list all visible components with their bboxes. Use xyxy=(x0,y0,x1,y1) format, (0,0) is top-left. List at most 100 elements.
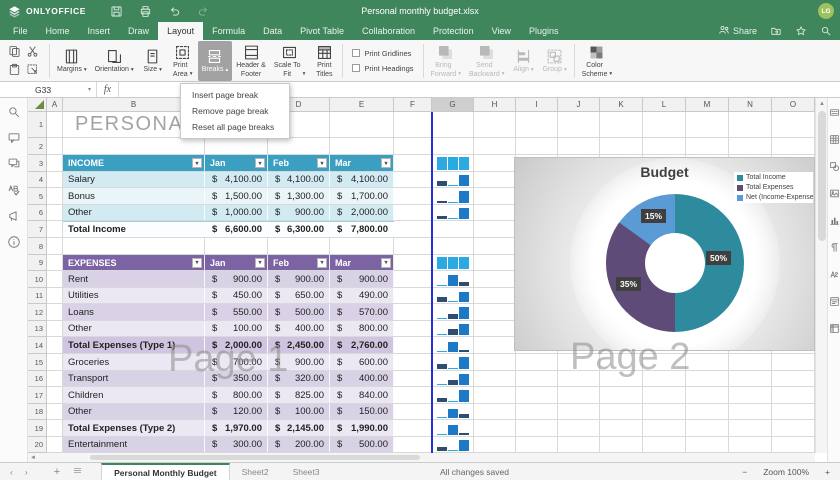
expenses-jan-cell[interactable]: $900.00 xyxy=(205,271,268,287)
worksheet-grid[interactable]: ABCDEFGHIJKLMNO1234567891011121314151617… xyxy=(28,98,815,453)
expenses-label-cell[interactable]: Total Expenses (Type 2) xyxy=(63,420,205,436)
menu-item-insert-page-break[interactable]: Insert page break xyxy=(181,87,289,103)
paste-button[interactable] xyxy=(7,63,21,77)
row-header-13[interactable]: 13 xyxy=(28,321,47,337)
expenses-mar-cell[interactable]: $1,990.00 xyxy=(330,420,394,436)
expenses-jan-cell[interactable]: $550.00 xyxy=(205,304,268,320)
expenses-label-cell[interactable]: Utilities xyxy=(63,288,205,303)
expenses-feb-cell[interactable]: $900.00 xyxy=(268,354,330,370)
redo-button[interactable] xyxy=(195,3,211,19)
expenses-row-rent[interactable]: Rent$900.00$900.00$900.00 xyxy=(63,271,394,287)
income-jan-cell[interactable]: $4,100.00 xyxy=(205,172,268,187)
expenses-feb-cell[interactable]: $650.00 xyxy=(268,288,330,303)
checkbox-print-gridlines[interactable]: Print Gridlines xyxy=(352,49,413,58)
expenses-header-cell[interactable]: EXPENSES▾ xyxy=(63,255,205,270)
next-sheet-arrow[interactable]: › xyxy=(25,467,28,477)
expenses-row-total-expenses-type-1[interactable]: Total Expenses (Type 1)$2,000.00$2,450.0… xyxy=(63,337,394,353)
expenses-row-other[interactable]: Other$100.00$400.00$800.00 xyxy=(63,321,394,336)
row-header-3[interactable]: 3 xyxy=(28,155,47,172)
about-icon[interactable] xyxy=(7,234,21,250)
row-header-15[interactable]: 15 xyxy=(28,354,47,371)
expenses-label-cell[interactable]: Other xyxy=(63,404,205,419)
expenses-label-cell[interactable]: Rent xyxy=(63,271,205,287)
horizontal-scroll-thumb[interactable] xyxy=(90,455,420,460)
expenses-feb-cell[interactable]: $100.00 xyxy=(268,404,330,419)
income-header-cell[interactable]: Mar▾ xyxy=(330,155,394,171)
income-label-cell[interactable]: Salary xyxy=(63,172,205,187)
expenses-mar-cell[interactable]: $490.00 xyxy=(330,288,394,303)
row-header-11[interactable]: 11 xyxy=(28,288,47,304)
expenses-row-other[interactable]: Other$120.00$100.00$150.00 xyxy=(63,404,394,419)
income-mar-cell[interactable]: $1,700.00 xyxy=(330,188,394,204)
comment-icon[interactable] xyxy=(7,130,21,146)
tab-plugins[interactable]: Plugins xyxy=(520,22,568,40)
income-label-cell[interactable]: Bonus xyxy=(63,188,205,204)
expenses-jan-cell[interactable]: $120.00 xyxy=(205,404,268,419)
tab-insert[interactable]: Insert xyxy=(79,22,120,40)
cut-button[interactable] xyxy=(25,45,39,59)
expenses-jan-cell[interactable]: $2,000.00 xyxy=(205,337,268,353)
zoom-out-button[interactable]: − xyxy=(742,467,747,477)
income-feb-cell[interactable]: $1,300.00 xyxy=(268,188,330,204)
menu-item-reset-all-page-breaks[interactable]: Reset all page breaks xyxy=(181,119,289,135)
expenses-mar-cell[interactable]: $150.00 xyxy=(330,404,394,419)
expenses-label-cell[interactable]: Loans xyxy=(63,304,205,320)
expenses-row-loans[interactable]: Loans$550.00$500.00$570.00 xyxy=(63,304,394,320)
margins-button[interactable]: Margins▾ xyxy=(53,41,91,81)
row-header-9[interactable]: 9 xyxy=(28,255,47,271)
filter-button[interactable]: ▾ xyxy=(192,158,202,168)
row-header-4[interactable]: 4 xyxy=(28,172,47,188)
row-header-5[interactable]: 5 xyxy=(28,188,47,205)
column-header-k[interactable]: K xyxy=(600,98,643,112)
column-header-l[interactable]: L xyxy=(643,98,686,112)
expenses-label-cell[interactable]: Other xyxy=(63,321,205,336)
expenses-mar-cell[interactable]: $840.00 xyxy=(330,387,394,403)
income-jan-cell[interactable]: $6,600.00 xyxy=(205,222,268,237)
zoom-in-button[interactable]: + xyxy=(825,467,830,477)
textart-settings-icon[interactable] xyxy=(829,266,840,282)
checkbox-box[interactable] xyxy=(352,64,360,72)
expenses-header-cell[interactable]: Feb▾ xyxy=(268,255,330,270)
row-header-16[interactable]: 16 xyxy=(28,371,47,387)
column-header-n[interactable]: N xyxy=(729,98,772,112)
cell-settings-icon[interactable] xyxy=(829,104,840,120)
copy-button[interactable] xyxy=(7,45,21,59)
spellcheck-icon[interactable] xyxy=(7,182,21,198)
checkbox-print-headings[interactable]: Print Headings xyxy=(352,64,413,73)
scroll-up-arrow[interactable]: ▲ xyxy=(816,98,828,109)
row-header-2[interactable]: 2 xyxy=(28,138,47,155)
expenses-feb-cell[interactable]: $2,450.00 xyxy=(268,337,330,353)
expenses-row-children[interactable]: Children$800.00$825.00$840.00 xyxy=(63,387,394,403)
income-feb-cell[interactable]: $4,100.00 xyxy=(268,172,330,187)
add-sheet-button[interactable]: + xyxy=(54,466,60,478)
income-header-cell[interactable]: Feb▾ xyxy=(268,155,330,171)
expenses-jan-cell[interactable]: $350.00 xyxy=(205,371,268,386)
filter-button[interactable]: ▾ xyxy=(192,258,202,268)
sheet-tab-personal-monthly-budget[interactable]: Personal Monthly Budget xyxy=(101,463,229,480)
income-label-cell[interactable]: Other xyxy=(63,205,205,220)
row-header-12[interactable]: 12 xyxy=(28,304,47,321)
expenses-mar-cell[interactable]: $600.00 xyxy=(330,354,394,370)
image-settings-icon[interactable] xyxy=(829,185,840,201)
income-header-cell[interactable]: INCOME▾ xyxy=(63,155,205,171)
save-button[interactable] xyxy=(108,3,124,19)
income-feb-cell[interactable]: $6,300.00 xyxy=(268,222,330,237)
income-mar-cell[interactable]: $7,800.00 xyxy=(330,222,394,237)
insert-function-button[interactable]: fx xyxy=(97,82,119,97)
expenses-mar-cell[interactable]: $800.00 xyxy=(330,321,394,336)
slicer-settings-icon[interactable] xyxy=(829,293,840,309)
expenses-jan-cell[interactable]: $800.00 xyxy=(205,387,268,403)
expenses-header-cell[interactable]: Jan▾ xyxy=(205,255,268,270)
sheet-tab-sheet2[interactable]: Sheet2 xyxy=(230,463,281,480)
expenses-row-utilities[interactable]: Utilities$450.00$650.00$490.00 xyxy=(63,288,394,303)
share-button[interactable]: Share xyxy=(718,24,757,38)
expenses-label-cell[interactable]: Entertainment xyxy=(63,437,205,452)
scale-to-fit-button[interactable]: Scale To Fit▾ xyxy=(270,41,310,81)
income-header-cell[interactable]: Jan▾ xyxy=(205,155,268,171)
user-avatar[interactable]: LG xyxy=(818,3,834,19)
chart-settings-icon[interactable] xyxy=(829,212,840,228)
expenses-mar-cell[interactable]: $500.00 xyxy=(330,437,394,452)
size-button[interactable]: Size▾ xyxy=(138,41,168,81)
tab-collaboration[interactable]: Collaboration xyxy=(353,22,424,40)
expenses-row-transport[interactable]: Transport$350.00$320.00$400.00 xyxy=(63,371,394,386)
